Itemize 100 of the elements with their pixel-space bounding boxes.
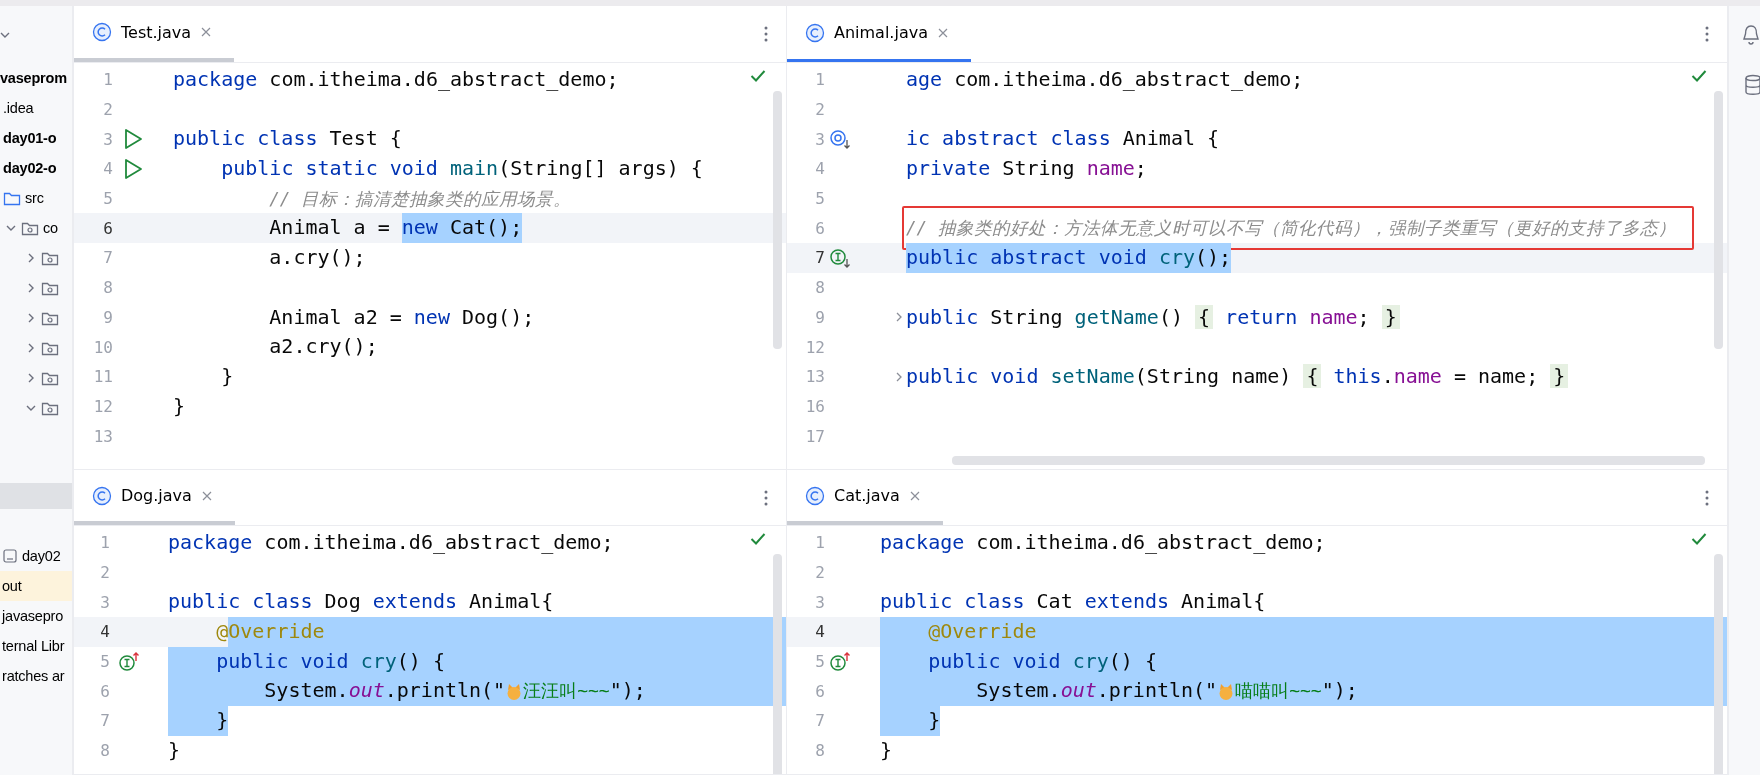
- code-line: public class Test {: [173, 125, 402, 153]
- code-line: @: [215, 618, 229, 646]
- run-icon[interactable]: [123, 128, 143, 151]
- line-number: 13: [92, 426, 113, 446]
- tree-item[interactable]: day02-o: [3, 160, 57, 176]
- code-line: Animal a =: [268, 214, 391, 242]
- class-icon: [805, 22, 825, 43]
- highlighted-row[interactable]: out: [0, 571, 72, 601]
- class-icon: [805, 485, 825, 506]
- line-number: 7: [814, 711, 825, 731]
- code-line: package com.itheima.d6_abstract_demo;: [168, 529, 614, 556]
- code-line: a2.cry();: [268, 333, 378, 361]
- selected-code: public abstract void cry();: [906, 243, 1232, 273]
- line-number: 8: [814, 278, 825, 298]
- scrollbar[interactable]: [1714, 91, 1723, 349]
- code-line: age com.itheima.d6_abstract_demo;: [906, 66, 1304, 93]
- line-number: 6: [814, 681, 825, 701]
- check-icon: [750, 69, 766, 83]
- close-icon[interactable]: [937, 26, 949, 39]
- line-number: 2: [99, 563, 110, 583]
- line-number: 3: [814, 592, 825, 612]
- line-number: 5: [814, 189, 825, 209]
- line-number: 10: [92, 337, 113, 357]
- code-line: Animal a2 = new Dog();: [268, 303, 535, 331]
- line-number: 1: [814, 70, 825, 90]
- close-icon[interactable]: [200, 26, 213, 38]
- package-folder-icon: [41, 400, 59, 416]
- line-number: 3: [102, 129, 113, 149]
- line-number: 13: [804, 367, 825, 387]
- line-number: 5: [102, 189, 113, 209]
- scrollbar[interactable]: [0, 483, 72, 509]
- line-number: 8: [102, 278, 113, 298]
- selected-code: }: [880, 706, 941, 736]
- line-number: 1: [102, 70, 113, 90]
- line-number: 1: [99, 533, 110, 553]
- class-icon: [92, 22, 112, 42]
- code-line: public void setName(String name) { this.name = name; }: [906, 361, 1569, 392]
- code-line: }: [168, 736, 181, 764]
- line-number: 5: [99, 652, 110, 672]
- code-line: a.cry();: [268, 244, 366, 272]
- selected-code: Override: [228, 617, 786, 647]
- line-number: 2: [814, 100, 825, 120]
- tree-item[interactable]: co: [43, 220, 58, 236]
- fold-chevron-icon[interactable]: [894, 370, 904, 383]
- implements-icon[interactable]: [829, 650, 851, 673]
- close-icon[interactable]: [200, 489, 213, 502]
- line-number: 9: [102, 307, 113, 327]
- code-line: }: [220, 362, 234, 390]
- package-folder-icon: [41, 280, 59, 296]
- line-number: 4: [102, 159, 113, 179]
- tree-item[interactable]: day02: [22, 548, 61, 564]
- fold-chevron-icon[interactable]: [894, 311, 904, 324]
- more-icon[interactable]: [764, 489, 768, 506]
- selected-code: public void cry() {: [168, 646, 786, 677]
- package-folder-icon: [41, 340, 59, 356]
- line-number: 4: [814, 159, 825, 179]
- more-icon[interactable]: [764, 26, 768, 42]
- editor-tab[interactable]: Animal.java: [787, 6, 971, 62]
- tree-item[interactable]: .idea: [3, 100, 34, 116]
- more-icon[interactable]: [1705, 489, 1709, 506]
- database-icon[interactable]: [1744, 74, 1760, 96]
- line-number: 6: [99, 681, 110, 701]
- bell-icon[interactable]: [1742, 24, 1760, 46]
- line-number: 6: [814, 218, 825, 238]
- close-icon[interactable]: [908, 489, 921, 502]
- code-comment: // 抽象类的好处：方法体无意义时可以不写（简化代码），强制子类重写（更好的支持了多态）: [906, 217, 1676, 241]
- scrollbar[interactable]: [952, 456, 1705, 465]
- line-number: 8: [99, 741, 110, 761]
- selected-code: }: [168, 706, 229, 736]
- implemented-icon[interactable]: [829, 246, 851, 269]
- editor-tab[interactable]: Cat.java: [787, 470, 943, 525]
- line-number: 11: [92, 367, 113, 387]
- selected-code: new Cat();: [401, 213, 523, 244]
- tree-item[interactable]: out: [2, 578, 22, 594]
- line-number: 3: [814, 129, 825, 149]
- line-number: 9: [814, 307, 825, 327]
- overridden-icon[interactable]: [829, 128, 851, 151]
- check-icon: [750, 532, 766, 546]
- more-icon[interactable]: [1705, 26, 1709, 42]
- line-number: 7: [102, 248, 113, 268]
- run-icon[interactable]: [123, 157, 143, 180]
- package-folder-icon: [41, 310, 59, 326]
- line-number: 1: [814, 533, 825, 553]
- code-line: public String getName() { return name; }: [906, 302, 1400, 333]
- selected-code: public void cry() {: [880, 646, 1727, 677]
- tree-item[interactable]: javasepro: [2, 608, 64, 624]
- code-line: package com.itheima.d6_abstract_demo;: [173, 66, 619, 93]
- implements-icon[interactable]: [118, 650, 140, 673]
- selected-code: System.out.println(" 汪汪叫~~~");: [168, 676, 786, 707]
- tree-item[interactable]: ternal Libr: [2, 638, 65, 654]
- tree-item[interactable]: src: [25, 190, 44, 206]
- tree-item[interactable]: day01-o: [3, 130, 57, 146]
- editor-tab[interactable]: Dog.java: [74, 470, 235, 525]
- line-number: 6: [102, 218, 113, 238]
- editor-tab[interactable]: Test.java: [74, 6, 235, 62]
- line-number: 4: [99, 622, 110, 642]
- scrollbar[interactable]: [773, 91, 782, 349]
- code-comment: // 目标：搞清楚抽象类的应用场景。: [268, 187, 571, 211]
- tree-item[interactable]: ratches ar: [2, 668, 65, 684]
- tree-item[interactable]: vaseprom: [0, 70, 67, 86]
